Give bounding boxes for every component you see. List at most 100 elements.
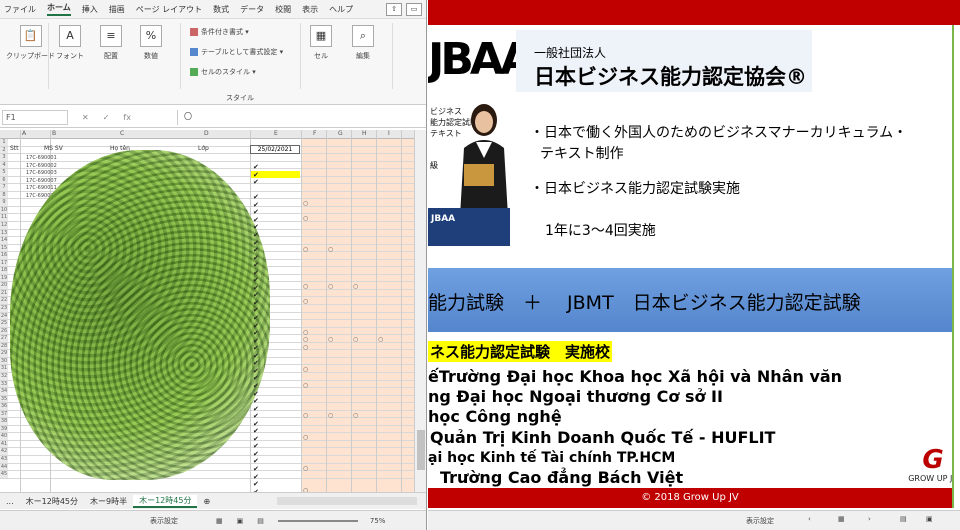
confirm-icon[interactable]: ✓ [103,113,110,122]
format-as-table-button[interactable]: テーブルとして書式設定 ▾ [190,47,283,57]
menu-review[interactable]: 校閲 [275,4,291,15]
row-number[interactable]: 45 [0,471,8,478]
row-number[interactable]: 5 [0,169,8,176]
row-number[interactable]: 28 [0,342,8,350]
menu-page-layout[interactable]: ページ レイアウト [136,4,202,15]
row-number[interactable]: 23 [0,305,8,312]
number-group[interactable]: % 数値 [140,25,162,61]
row-number[interactable]: 42 [0,448,8,455]
slideshow-icon[interactable]: ▣ [926,515,933,523]
row-number[interactable]: 18 [0,267,8,274]
row-number[interactable]: 43 [0,455,8,463]
col-d[interactable]: D [204,130,209,137]
col-g[interactable]: G [338,130,343,137]
row-number[interactable]: 17 [0,259,8,267]
font-group[interactable]: A フォント [56,25,84,61]
col-b[interactable]: B [52,130,56,137]
tab-thu-1245-b[interactable]: 木ー12時45分 [133,494,198,508]
ppt-display-settings[interactable]: 表示設定 [746,516,774,526]
prev-icon[interactable]: ‹ [808,515,811,523]
row-number[interactable]: 11 [0,214,8,222]
row-number[interactable]: 30 [0,357,8,365]
col-c[interactable]: C [120,130,124,137]
row-number[interactable]: 22 [0,297,8,305]
row-number[interactable]: 20 [0,282,8,289]
menu-view[interactable]: 表示 [302,4,318,15]
next-icon[interactable]: › [868,515,871,523]
cancel-icon[interactable]: ✕ [82,113,89,122]
row-number[interactable]: 4 [0,161,8,169]
function-icon[interactable]: fx [123,113,131,122]
row-number[interactable]: 41 [0,440,8,448]
row-number[interactable]: 21 [0,289,8,297]
cell-styles-button[interactable]: セルのスタイル ▾ [190,67,283,77]
formula-input[interactable]: 〇 [177,110,426,125]
slide-sorter-icon[interactable]: ▤ [900,515,907,523]
normal-view-icon[interactable]: ▦ [216,517,223,525]
tab-thu-1245-a[interactable]: 木ー12時45分 [20,496,84,507]
menu-formulas[interactable]: 数式 [213,4,229,15]
col-a[interactable]: A [22,130,26,137]
row-number[interactable]: 24 [0,312,8,320]
row-number[interactable]: 12 [0,222,8,229]
row-number[interactable]: 2 [0,146,8,154]
col-h[interactable]: H [362,130,367,137]
display-settings[interactable]: 表示設定 [150,516,178,526]
name-box[interactable]: F1 [2,110,68,125]
row-number[interactable]: 36 [0,403,8,410]
row-number[interactable]: 35 [0,395,8,403]
row-number[interactable]: 1 [0,139,8,146]
date-header-cell[interactable]: 25/02/2021 [250,145,300,154]
row-number[interactable]: 13 [0,229,8,237]
comment-icon[interactable]: ▭ [406,2,422,16]
menu-data[interactable]: データ [240,4,264,15]
align-group[interactable]: ≡ 配置 [100,25,122,61]
row-number[interactable]: 44 [0,463,8,471]
row-number[interactable]: 29 [0,350,8,357]
page-break-icon[interactable]: ▤ [257,517,264,525]
row-number[interactable]: 14 [0,237,8,244]
zoom-slider[interactable] [277,519,358,522]
row-number[interactable]: 26 [0,327,8,335]
row-number[interactable]: 25 [0,320,8,327]
row-number[interactable]: 8 [0,191,8,199]
row-number[interactable]: 40 [0,433,8,440]
row-number[interactable]: 6 [0,176,8,184]
edit-group[interactable]: ⌕ 編集 [352,25,374,61]
row-number[interactable]: 3 [0,154,8,161]
add-sheet-icon[interactable]: ⊕ [197,497,216,506]
scroll-thumb[interactable] [417,430,425,470]
row-number[interactable]: 7 [0,184,8,191]
row-number[interactable]: 27 [0,335,8,342]
row-number[interactable]: 33 [0,380,8,388]
row-number[interactable]: 38 [0,418,8,425]
menu-insert[interactable]: 挿入 [82,4,98,15]
col-e[interactable]: E [274,130,278,137]
horizontal-scrollbar[interactable] [277,497,417,505]
row-number[interactable]: 32 [0,372,8,380]
conditional-format-button[interactable]: 条件付き書式 ▾ [190,27,283,37]
row-number[interactable]: 9 [0,199,8,206]
tab-thu-930[interactable]: 木ー9時半 [84,496,133,507]
menu-draw[interactable]: 描画 [109,4,125,15]
row-number[interactable]: 16 [0,252,8,259]
zoom-level[interactable]: 75% [370,517,386,525]
tab-more[interactable]: ... [0,497,20,506]
row-number[interactable]: 37 [0,410,8,418]
share-icon[interactable]: ⇧ [386,2,402,16]
cell-group[interactable]: ▦ セル [310,25,332,61]
row-number[interactable]: 10 [0,206,8,214]
row-number[interactable]: 39 [0,425,8,433]
row-number[interactable]: 19 [0,274,8,282]
menu-home[interactable]: ホーム [47,2,71,16]
col-i[interactable]: I [388,130,390,137]
row-number[interactable]: 15 [0,244,8,252]
col-f[interactable]: F [313,130,316,137]
menu-help[interactable]: ヘルプ [329,4,353,15]
vertical-scrollbar[interactable] [414,130,426,492]
page-layout-icon[interactable]: ▣ [237,517,244,525]
normal-view-icon-ppt[interactable]: ▦ [838,515,845,523]
row-number[interactable]: 31 [0,365,8,372]
row-number[interactable]: 34 [0,388,8,395]
menu-file[interactable]: ファイル [4,4,36,15]
